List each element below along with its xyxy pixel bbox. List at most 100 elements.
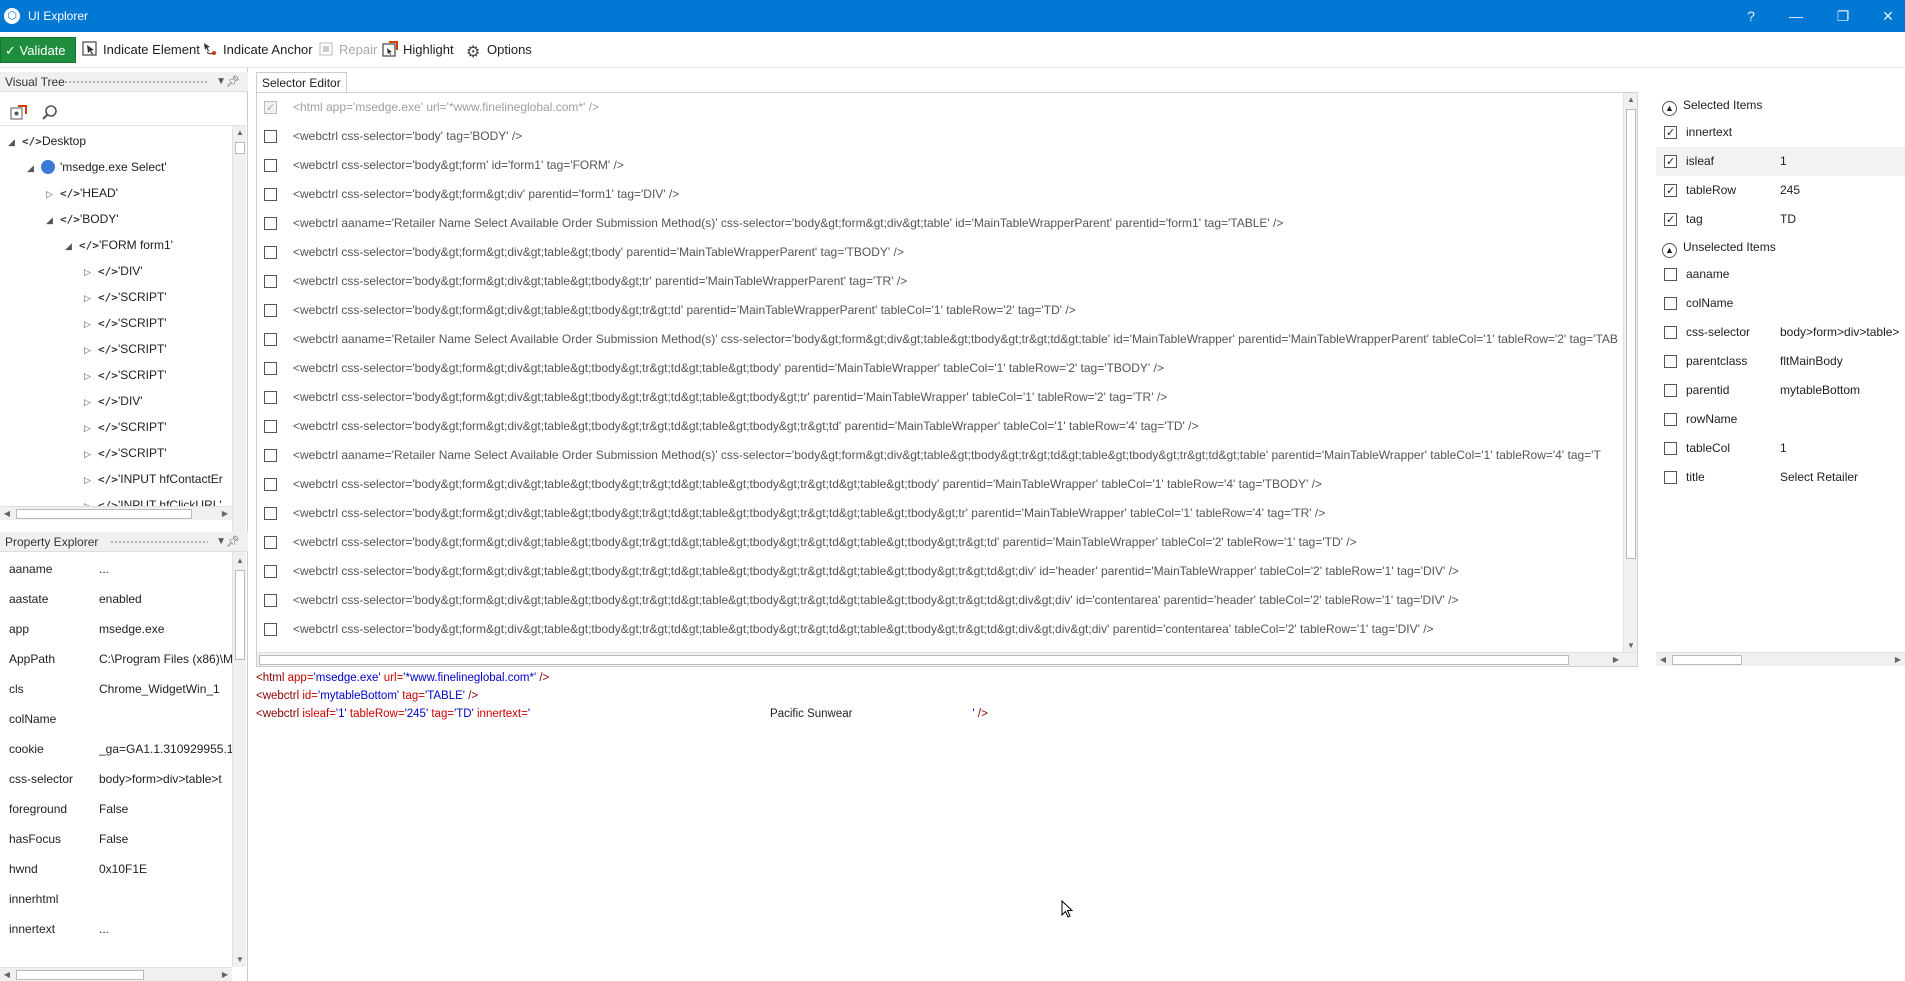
chevron-right-icon[interactable]: ▶: [1891, 653, 1905, 667]
attribute-row[interactable]: rowName: [1656, 405, 1905, 434]
validate-button[interactable]: ✓ Validate: [0, 37, 76, 63]
indicate-anchor-button[interactable]: Indicate Anchor: [202, 37, 313, 63]
property-row[interactable]: app msedge.exe: [0, 614, 232, 644]
tree-node[interactable]: ▷ </>'SCRIPT': [84, 440, 167, 466]
attribute-checkbox[interactable]: [1664, 326, 1677, 339]
tree-node[interactable]: ◢ </>'BODY': [46, 206, 119, 232]
attribute-row[interactable]: isleaf 1: [1656, 147, 1905, 176]
expand-toggle-icon[interactable]: ◢: [46, 207, 60, 233]
selector-row[interactable]: <webctrl aaname='Retailer Name Select Av…: [257, 441, 1637, 470]
selector-row[interactable]: <webctrl css-selector='body&gt;form&gt;d…: [257, 615, 1637, 644]
property-vertical-scrollbar[interactable]: ▲ ▼: [232, 554, 246, 967]
selector-row[interactable]: <webctrl aaname='Retailer Name Select Av…: [257, 325, 1637, 354]
tree-node[interactable]: ▷ </>'SCRIPT': [84, 284, 167, 310]
attribute-row[interactable]: tableRow 245: [1656, 176, 1905, 205]
selector-row[interactable]: <webctrl css-selector='body&gt;form&gt;d…: [257, 499, 1637, 528]
selector-checkbox[interactable]: [264, 188, 277, 201]
drag-grip[interactable]: [110, 540, 208, 545]
expand-toggle-icon[interactable]: ▷: [84, 337, 98, 363]
indicate-element-button[interactable]: Indicate Element: [82, 37, 200, 63]
selector-checkbox[interactable]: [264, 391, 277, 404]
attribute-checkbox[interactable]: [1664, 297, 1677, 310]
chevron-down-icon[interactable]: ▼: [216, 532, 226, 552]
property-row[interactable]: foreground False: [0, 794, 232, 824]
attribute-checkbox[interactable]: [1664, 471, 1677, 484]
property-row[interactable]: innertext...: [0, 914, 232, 944]
tree-node[interactable]: ▷ </>'SCRIPT': [84, 362, 167, 388]
chevron-left-icon[interactable]: ◀: [0, 507, 14, 521]
attribute-checkbox[interactable]: [1664, 177, 1677, 205]
chevron-up-icon[interactable]: ▲: [233, 554, 247, 568]
expand-toggle-icon[interactable]: ▷: [84, 415, 98, 441]
selector-checkbox[interactable]: [264, 420, 277, 433]
property-row[interactable]: hwnd 0x10F1E: [0, 854, 232, 884]
collapse-icon[interactable]: ▲: [1662, 101, 1677, 116]
editor-vertical-scrollbar[interactable]: ▲ ▼: [1623, 93, 1637, 653]
attribute-row[interactable]: title Select Retailer: [1656, 463, 1905, 492]
selector-row[interactable]: <webctrl css-selector='body&gt;form&gt;d…: [257, 412, 1637, 441]
attribute-row[interactable]: css-selector body>form>div>table>: [1656, 318, 1905, 347]
selector-checkbox[interactable]: [264, 478, 277, 491]
chevron-down-icon[interactable]: ▼: [233, 953, 247, 967]
tree-node[interactable]: ▷ </>'INPUT hfContactEr: [84, 466, 223, 492]
expand-toggle-icon[interactable]: ▷: [84, 311, 98, 337]
selector-row[interactable]: <webctrl css-selector='body&gt;form&gt;d…: [257, 267, 1637, 296]
property-row[interactable]: AppPath C:\Program Files (x86)\M: [0, 644, 232, 674]
expand-toggle-icon[interactable]: ▷: [84, 467, 98, 493]
property-row[interactable]: aaname...: [0, 554, 232, 584]
tree-vertical-scrollbar[interactable]: ▲ ▼: [232, 126, 246, 566]
selector-row[interactable]: <webctrl css-selector='body&gt;form&gt;d…: [257, 354, 1637, 383]
selector-checkbox[interactable]: [264, 217, 277, 230]
tree-node[interactable]: ◢ </>Desktop: [8, 128, 86, 154]
expand-toggle-icon[interactable]: ▷: [84, 285, 98, 311]
selector-checkbox[interactable]: [264, 362, 277, 375]
selector-row[interactable]: <webctrl aaname='Retailer Name Select Av…: [257, 209, 1637, 238]
attribute-checkbox[interactable]: [1664, 355, 1677, 368]
chevron-down-icon[interactable]: ▼: [1624, 639, 1637, 653]
attribute-row[interactable]: colName: [1656, 289, 1905, 318]
selector-checkbox[interactable]: [264, 159, 277, 172]
selector-row[interactable]: <webctrl css-selector='body&gt;form&gt;d…: [257, 180, 1637, 209]
selected-items-section[interactable]: ▲ Selected Items: [1662, 92, 1762, 118]
tree-node[interactable]: ▷ </>'SCRIPT': [84, 336, 167, 362]
tree-horizontal-scrollbar[interactable]: ◀ ▶: [0, 506, 232, 520]
expand-toggle-icon[interactable]: ▷: [84, 389, 98, 415]
editor-horizontal-scrollbar[interactable]: ▶: [257, 652, 1637, 666]
chevron-right-icon[interactable]: ▶: [1609, 653, 1623, 666]
selector-row[interactable]: <webctrl css-selector='body&gt;form' id=…: [257, 151, 1637, 180]
attribute-row[interactable]: aaname: [1656, 260, 1905, 289]
selector-checkbox[interactable]: [264, 246, 277, 259]
highlight-button[interactable]: Highlight: [382, 37, 454, 63]
property-row[interactable]: innerhtml: [0, 884, 232, 914]
tree-node[interactable]: ▷ </>'HEAD': [46, 180, 118, 206]
attribute-checkbox[interactable]: [1664, 413, 1677, 426]
selector-checkbox[interactable]: [264, 94, 277, 122]
selector-checkbox[interactable]: [264, 304, 277, 317]
expand-toggle-icon[interactable]: ▷: [84, 363, 98, 389]
minimize-button[interactable]: —: [1776, 4, 1816, 28]
selector-row[interactable]: <webctrl css-selector='body&gt;form&gt;d…: [257, 383, 1637, 412]
selector-row[interactable]: <webctrl css-selector='body' tag='BODY' …: [257, 122, 1637, 151]
selector-checkbox[interactable]: [264, 507, 277, 520]
tab-selector-editor[interactable]: Selector Editor: [256, 72, 347, 92]
selector-checkbox[interactable]: [264, 449, 277, 462]
expand-toggle-icon[interactable]: ◢: [27, 155, 41, 181]
chevron-left-icon[interactable]: ◀: [0, 968, 14, 981]
help-button[interactable]: ?: [1731, 4, 1771, 28]
selector-checkbox[interactable]: [264, 130, 277, 143]
chevron-right-icon[interactable]: ▶: [218, 968, 232, 981]
chevron-right-icon[interactable]: ▶: [218, 507, 232, 521]
tree-node[interactable]: ▷ </>'DIV': [84, 258, 143, 284]
chevron-down-icon[interactable]: ▼: [216, 72, 226, 92]
expand-toggle-icon[interactable]: ◢: [8, 129, 22, 155]
tree-node[interactable]: ▷ </>'DIV': [84, 388, 143, 414]
selector-checkbox[interactable]: [264, 275, 277, 288]
attributes-horizontal-scrollbar[interactable]: ◀ ▶: [1656, 652, 1905, 666]
selector-checkbox[interactable]: [264, 594, 277, 607]
selector-checkbox[interactable]: [264, 623, 277, 636]
attribute-checkbox[interactable]: [1664, 442, 1677, 455]
selector-row[interactable]: <html app='msedge.exe' url='*www.finelin…: [257, 93, 1637, 122]
attribute-checkbox[interactable]: [1664, 384, 1677, 397]
selector-checkbox[interactable]: [264, 536, 277, 549]
pin-icon[interactable]: 📌︎: [226, 532, 240, 552]
